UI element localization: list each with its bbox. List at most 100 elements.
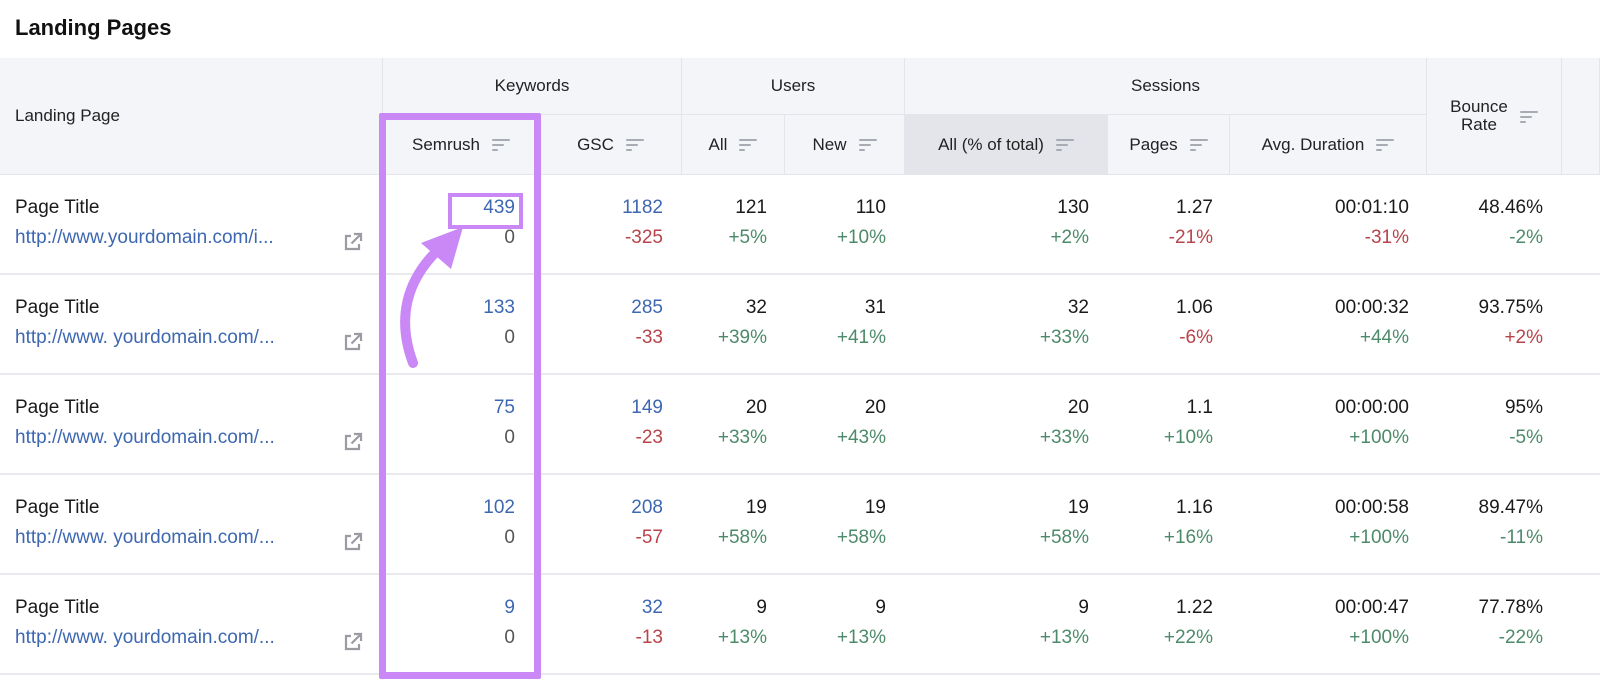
gsc-keywords-link[interactable]: 208 (631, 497, 663, 519)
external-link-icon[interactable] (342, 631, 364, 653)
header-semrush[interactable]: Semrush (383, 115, 540, 175)
users-new-value: 9 (875, 597, 886, 618)
cell-bounce-rate: 77.78% -22% (1427, 575, 1543, 673)
header-landing-page[interactable]: Landing Page (0, 58, 383, 175)
table-row[interactable]: Page Title http://www.yourdomain.com/i..… (0, 175, 1600, 275)
header-landing-page-label: Landing Page (15, 106, 120, 125)
semrush-keywords-delta: 0 (504, 527, 515, 548)
page-url-link[interactable]: http://www.yourdomain.com/i... (15, 227, 274, 249)
sort-icon[interactable] (1376, 138, 1395, 152)
sort-icon[interactable] (625, 138, 644, 152)
gsc-keywords-link[interactable]: 1182 (622, 197, 663, 219)
cell-semrush: 439 0 (383, 175, 515, 273)
users-new-delta: +58% (836, 527, 886, 548)
users-all-value: 32 (745, 297, 767, 318)
avg-duration-delta: +100% (1349, 427, 1409, 448)
header-group-users: Users (682, 58, 905, 115)
users-new-delta: +13% (836, 627, 886, 648)
external-link-icon[interactable] (342, 231, 364, 253)
users-all-delta: +58% (717, 527, 767, 548)
users-all-delta: +5% (728, 227, 767, 248)
cell-sessions-all: 32 +33% (905, 275, 1089, 373)
header-gsc[interactable]: GSC (540, 115, 682, 175)
cell-gsc: 149 -23 (540, 375, 663, 473)
cell-semrush: 9 0 (383, 575, 515, 673)
bounce-rate-value: 89.47% (1478, 497, 1543, 518)
cell-gsc: 285 -33 (540, 275, 663, 373)
header-avg-duration[interactable]: Avg. Duration (1230, 115, 1427, 175)
cell-semrush: 133 0 (383, 275, 515, 373)
avg-duration-delta: -31% (1364, 227, 1409, 248)
cell-users-new: 9 +13% (785, 575, 886, 673)
semrush-keywords-delta: 0 (504, 427, 515, 448)
cell-pages: 1.06 -6% (1108, 275, 1213, 373)
gsc-keywords-link[interactable]: 32 (642, 597, 663, 619)
external-link-icon[interactable] (342, 331, 364, 353)
avg-duration-delta: +44% (1359, 327, 1409, 348)
header-users-all[interactable]: All (682, 115, 785, 175)
pages-value: 1.16 (1176, 497, 1213, 518)
header-group-sessions: Sessions (905, 58, 1427, 115)
table-row[interactable]: Page Title http://www. yourdomain.com/..… (0, 475, 1600, 575)
sort-icon[interactable] (1519, 110, 1538, 124)
gsc-keywords-link[interactable]: 285 (631, 297, 663, 319)
header-pages[interactable]: Pages (1108, 115, 1230, 175)
page-url-link[interactable]: http://www. yourdomain.com/... (15, 327, 275, 349)
gsc-keywords-delta: -23 (635, 427, 663, 448)
header-pages-label: Pages (1129, 134, 1178, 154)
page-url-link[interactable]: http://www. yourdomain.com/... (15, 627, 275, 649)
page-url-link[interactable]: http://www. yourdomain.com/... (15, 527, 275, 549)
pages-value: 1.22 (1176, 597, 1213, 618)
cell-sessions-all: 9 +13% (905, 575, 1089, 673)
header-gsc-label: GSC (577, 134, 614, 154)
page-title: Page Title (15, 297, 100, 318)
semrush-keywords-delta: 0 (504, 327, 515, 348)
semrush-keywords-link[interactable]: 75 (494, 397, 515, 419)
pages-delta: +22% (1163, 627, 1213, 648)
users-all-delta: +33% (717, 427, 767, 448)
avg-duration-value: 00:00:58 (1335, 497, 1409, 518)
table-row[interactable]: Page Title http://www. yourdomain.com/..… (0, 375, 1600, 475)
users-new-value: 110 (855, 197, 886, 218)
semrush-keywords-link[interactable]: 102 (483, 497, 515, 519)
cell-bounce-rate: 89.47% -11% (1427, 475, 1543, 573)
page-url-link[interactable]: http://www. yourdomain.com/... (15, 427, 275, 449)
semrush-keywords-link[interactable]: 439 (483, 197, 515, 219)
cell-avg-duration: 00:01:10 -31% (1230, 175, 1409, 273)
cell-users-new: 110 +10% (785, 175, 886, 273)
header-users-all-label: All (708, 134, 728, 154)
sort-icon[interactable] (1055, 138, 1074, 152)
sort-icon[interactable] (492, 138, 511, 152)
table-row[interactable]: Page Title http://www. yourdomain.com/..… (0, 575, 1600, 675)
sort-icon[interactable] (858, 138, 877, 152)
external-link-icon[interactable] (342, 431, 364, 453)
sort-icon[interactable] (739, 138, 758, 152)
cell-bounce-rate: 48.46% -2% (1427, 175, 1543, 273)
bounce-rate-value: 95% (1504, 397, 1543, 418)
bounce-rate-delta: -11% (1500, 527, 1543, 548)
pages-delta: -6% (1179, 327, 1213, 348)
cell-bounce-rate: 93.75% +2% (1427, 275, 1543, 373)
avg-duration-delta: +100% (1349, 527, 1409, 548)
header-bounce-rate[interactable]: Bounce Rate (1427, 58, 1562, 175)
cell-gsc: 1182 -325 (540, 175, 663, 273)
gsc-keywords-delta: -33 (635, 327, 663, 348)
bounce-rate-delta: -5% (1509, 427, 1543, 448)
semrush-keywords-link[interactable]: 9 (504, 597, 515, 619)
external-link-icon[interactable] (342, 531, 364, 553)
users-all-delta: +13% (717, 627, 767, 648)
cell-bounce-rate: 95% -5% (1427, 375, 1543, 473)
semrush-keywords-link[interactable]: 133 (483, 297, 515, 319)
header-sessions-all[interactable]: All (% of total) (905, 115, 1108, 175)
avg-duration-value: 00:00:32 (1335, 297, 1409, 318)
cell-users-all: 32 +39% (682, 275, 767, 373)
sort-icon[interactable] (1189, 138, 1208, 152)
sessions-all-delta: +33% (1039, 427, 1089, 448)
gsc-keywords-delta: -57 (635, 527, 663, 548)
gsc-keywords-delta: -13 (635, 627, 663, 648)
gsc-keywords-link[interactable]: 149 (631, 397, 663, 419)
header-group-users-label: Users (770, 76, 816, 95)
table-row[interactable]: Page Title http://www. yourdomain.com/..… (0, 275, 1600, 375)
users-new-value: 31 (864, 297, 886, 318)
header-users-new[interactable]: New (785, 115, 905, 175)
